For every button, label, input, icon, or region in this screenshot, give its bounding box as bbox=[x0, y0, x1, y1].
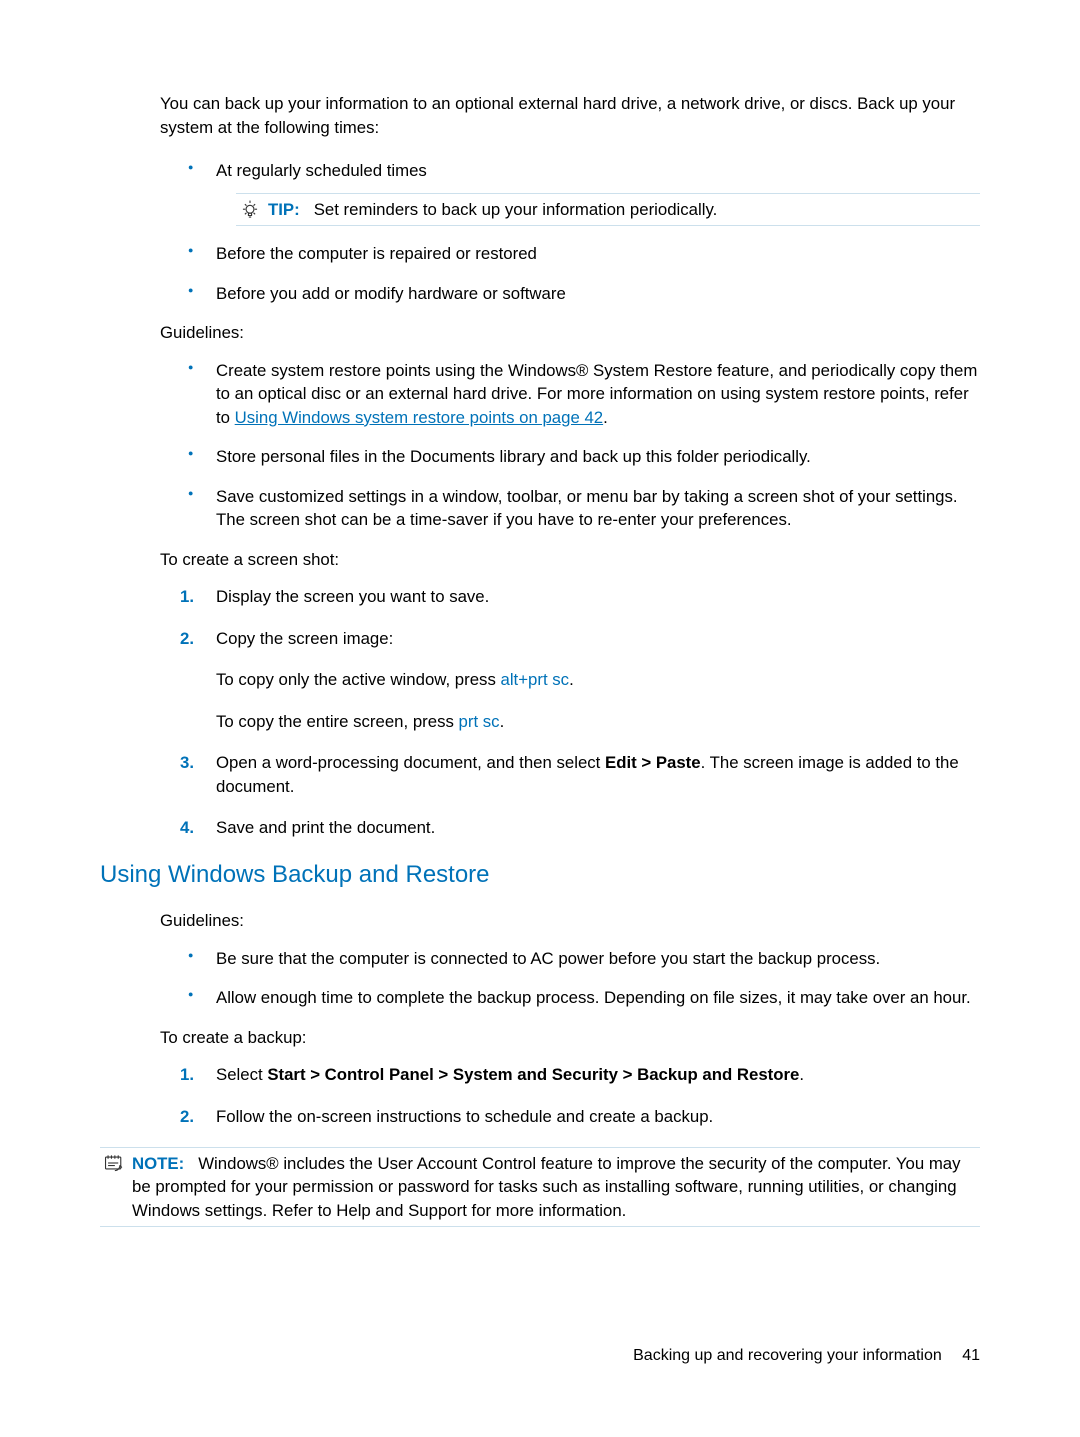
bullet-modify: Before you add or modify hardware or sof… bbox=[160, 282, 980, 306]
page-footer: Backing up and recovering your informati… bbox=[633, 1345, 980, 1367]
step-save: Save and print the document. bbox=[160, 816, 980, 840]
tip-callout: TIP: Set reminders to back up your infor… bbox=[236, 193, 980, 227]
text: . bbox=[569, 670, 574, 689]
screenshot-intro: To create a screen shot: bbox=[160, 548, 980, 572]
copy-active-window: To copy only the active window, press al… bbox=[216, 668, 980, 692]
intro-paragraph: You can back up your information to an o… bbox=[160, 92, 980, 139]
key-alt: alt bbox=[501, 670, 519, 689]
main-content: You can back up your information to an o… bbox=[160, 92, 980, 1227]
note-text: Windows® includes the User Account Contr… bbox=[132, 1154, 961, 1220]
backup-step-select: Select Start > Control Panel > System an… bbox=[160, 1063, 980, 1087]
key-prtsc: prt sc bbox=[459, 712, 500, 731]
guidelines-bullet-list: Create system restore points using the W… bbox=[160, 359, 980, 532]
copy-entire-screen: To copy the entire screen, press prt sc. bbox=[216, 710, 980, 734]
menu-path-edit-paste: Edit > Paste bbox=[605, 753, 701, 772]
guideline-text-post: . bbox=[603, 408, 608, 427]
text: Select bbox=[216, 1065, 267, 1084]
tip-label: TIP: bbox=[268, 200, 300, 219]
backup-step-follow: Follow the on-screen instructions to sch… bbox=[160, 1105, 980, 1129]
screenshot-steps: Display the screen you want to save. Cop… bbox=[160, 585, 980, 840]
guideline-documents: Store personal files in the Documents li… bbox=[160, 445, 980, 469]
footer-text: Backing up and recovering your informati… bbox=[633, 1347, 942, 1364]
step-paste: Open a word-processing document, and the… bbox=[160, 751, 980, 798]
page-number: 41 bbox=[962, 1347, 980, 1364]
key-plus: + bbox=[518, 670, 528, 689]
note-label: NOTE: bbox=[132, 1154, 184, 1173]
backup-intro: To create a backup: bbox=[160, 1026, 980, 1050]
tip-text-wrap: TIP: Set reminders to back up your infor… bbox=[268, 198, 717, 222]
step-copy-text: Copy the screen image: bbox=[216, 629, 393, 648]
document-page: You can back up your information to an o… bbox=[0, 0, 1080, 1437]
text: . bbox=[500, 712, 505, 731]
guideline-restore-points: Create system restore points using the W… bbox=[160, 359, 980, 430]
tip-icon bbox=[236, 198, 264, 221]
note-callout: NOTE: Windows® includes the User Account… bbox=[100, 1147, 980, 1228]
guidelines2-bullet-list: Be sure that the computer is connected t… bbox=[160, 947, 980, 1010]
key-prtsc: prt sc bbox=[528, 670, 569, 689]
guidelines-label: Guidelines: bbox=[160, 321, 980, 345]
text: Open a word-processing document, and the… bbox=[216, 753, 605, 772]
restore-points-link[interactable]: Using Windows system restore points on p… bbox=[235, 408, 603, 427]
guideline-screenshot: Save customized settings in a window, to… bbox=[160, 485, 980, 532]
bullet-repaired: Before the computer is repaired or resto… bbox=[160, 242, 980, 266]
timing-bullet-list: At regularly scheduled times bbox=[160, 159, 980, 305]
text: . bbox=[799, 1065, 804, 1084]
section-heading-backup-restore: Using Windows Backup and Restore bbox=[100, 858, 980, 892]
note-icon bbox=[100, 1152, 128, 1173]
guideline2-time: Allow enough time to complete the backup… bbox=[160, 986, 980, 1010]
note-text-wrap: NOTE: Windows® includes the User Account… bbox=[132, 1152, 980, 1223]
backup-steps: Select Start > Control Panel > System an… bbox=[160, 1063, 980, 1128]
step-display: Display the screen you want to save. bbox=[160, 585, 980, 609]
tip-text: Set reminders to back up your informatio… bbox=[314, 200, 718, 219]
text: To copy only the active window, press bbox=[216, 670, 501, 689]
bullet-scheduled: At regularly scheduled times bbox=[160, 159, 980, 226]
guideline2-acpower: Be sure that the computer is connected t… bbox=[160, 947, 980, 971]
step-copy: Copy the screen image: To copy only the … bbox=[160, 627, 980, 734]
menu-path-backup: Start > Control Panel > System and Secur… bbox=[267, 1065, 799, 1084]
bullet-text: At regularly scheduled times bbox=[216, 161, 427, 180]
guidelines2-label: Guidelines: bbox=[160, 909, 980, 933]
text: To copy the entire screen, press bbox=[216, 712, 459, 731]
